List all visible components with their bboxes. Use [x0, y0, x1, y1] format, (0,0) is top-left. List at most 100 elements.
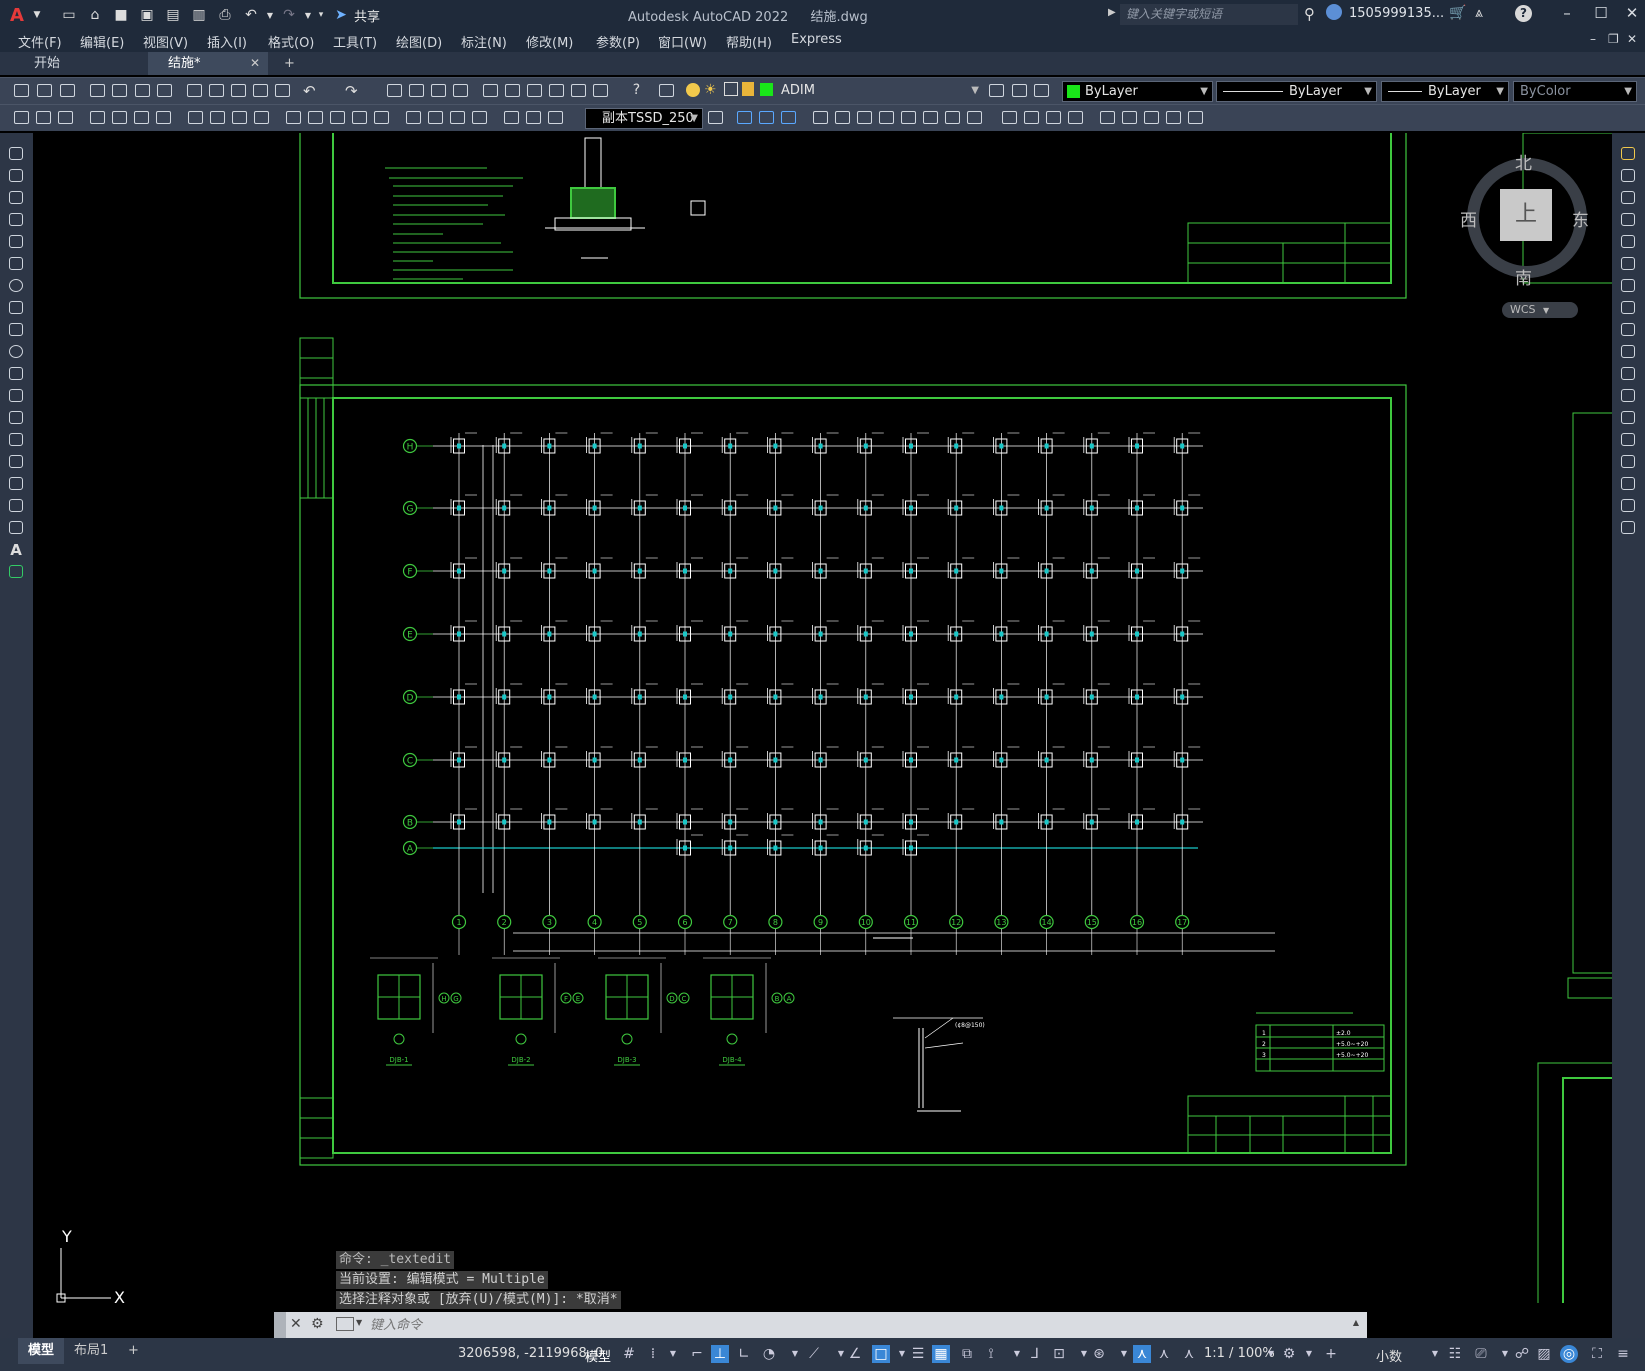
model-space-toggle[interactable]: 模型 [585, 1346, 611, 1365]
undo-icon[interactable]: ↶ [240, 4, 262, 26]
dynamic-input-icon[interactable]: ⊥ [711, 1345, 729, 1363]
plot-icon[interactable]: ⎙ [214, 4, 236, 26]
graphics-performance-icon[interactable]: ▨ [1535, 1345, 1553, 1363]
open-icon[interactable] [35, 82, 54, 99]
viewcube-north[interactable]: 北 [1515, 149, 1532, 174]
rotate-icon[interactable] [1619, 277, 1637, 294]
drawing-canvas[interactable]: H G F E D C B A 1 2 3 4 5 6 7 8 9 10 11 12 13 14 15 16 17 DJB-1 D… [33, 133, 1612, 1303]
copy-icon[interactable] [207, 82, 226, 99]
match-properties-icon[interactable] [251, 82, 270, 99]
modify-19-icon[interactable] [1164, 109, 1183, 126]
fillet-icon[interactable] [1619, 475, 1637, 492]
snap-mode-icon[interactable]: ⁞ [644, 1345, 662, 1363]
dim-update-icon[interactable] [546, 109, 565, 126]
lineweight-display-icon[interactable]: ☰ [909, 1345, 927, 1363]
sheet-set-icon[interactable] [547, 82, 566, 99]
offset-icon[interactable] [1619, 211, 1637, 228]
plot-tool-icon[interactable] [88, 82, 107, 99]
modify-10-icon[interactable] [943, 109, 962, 126]
revision-cloud-icon[interactable] [7, 299, 25, 316]
tab-start[interactable]: 开始 [14, 52, 148, 75]
blend-curves-icon[interactable] [1619, 497, 1637, 514]
modify-9-icon[interactable] [921, 109, 940, 126]
erase-icon[interactable] [1619, 145, 1637, 162]
mtext-icon[interactable]: A [7, 541, 25, 559]
chevron-down-icon[interactable]: ▼ [1008, 1345, 1026, 1363]
search-expand-icon[interactable]: ▶ [1108, 7, 1116, 18]
annotation-monitor-icon[interactable]: + [1322, 1345, 1340, 1363]
ellipse-arc-icon[interactable] [7, 365, 25, 382]
open-web-icon[interactable]: ▤ [162, 4, 184, 26]
open-file-icon[interactable]: ⌂ [84, 4, 106, 26]
break-point-icon[interactable] [1619, 387, 1637, 404]
modify-2-icon[interactable] [757, 109, 776, 126]
quick-dim-icon[interactable] [284, 109, 303, 126]
quickcalc-icon[interactable] [591, 82, 610, 99]
customize-toolbar-icon[interactable]: ▾ [316, 4, 326, 26]
line-icon[interactable] [7, 145, 25, 162]
construction-line-icon[interactable] [7, 167, 25, 184]
new-file-icon[interactable]: ▭ [58, 4, 80, 26]
menu-parametric[interactable]: 参数(P) [596, 32, 640, 51]
layer-lock-icon[interactable] [742, 82, 754, 96]
menu-modify[interactable]: 修改(M) [526, 32, 573, 51]
modify-13-icon[interactable] [1022, 109, 1041, 126]
undo-dropdown-icon[interactable]: ▼ [266, 4, 274, 26]
layer-on-icon[interactable] [686, 83, 700, 97]
tab-drawing[interactable]: 结施* ✕ [148, 52, 268, 75]
dim-space-icon[interactable] [350, 109, 369, 126]
doc-close-icon[interactable]: ✕ [1627, 32, 1637, 46]
chevron-down-icon[interactable]: ▼ [664, 1345, 682, 1363]
3d-print-icon[interactable] [155, 82, 174, 99]
paste-icon[interactable] [229, 82, 248, 99]
zoom-previous-icon[interactable] [451, 82, 470, 99]
tool-3-icon[interactable] [56, 109, 75, 126]
scale-icon[interactable] [1619, 299, 1637, 316]
tool-2-icon[interactable] [34, 109, 53, 126]
insert-block-icon[interactable] [7, 387, 25, 404]
rectangle-icon[interactable] [7, 233, 25, 250]
redo-icon[interactable]: ↷ [278, 4, 300, 26]
tolerance-icon[interactable] [404, 109, 423, 126]
modify-12-icon[interactable] [1000, 109, 1019, 126]
annotation-visibility-icon[interactable]: ⋏ [1133, 1345, 1151, 1363]
3d-osnap-icon[interactable]: ⟟ [982, 1345, 1000, 1363]
chevron-down-icon[interactable]: ▼ [1496, 1345, 1514, 1363]
add-layout-button[interactable]: + [118, 1338, 149, 1364]
menu-format[interactable]: 格式(O) [268, 32, 314, 51]
command-input[interactable] [370, 1316, 1270, 1334]
pan-icon[interactable] [385, 82, 404, 99]
menu-tools[interactable]: 工具(T) [333, 32, 377, 51]
object-snap-icon[interactable]: □ [872, 1345, 890, 1363]
close-icon[interactable]: ✕ [1619, 4, 1645, 26]
chevron-down-icon[interactable]: ▼ [1426, 1345, 1444, 1363]
menu-view[interactable]: 视图(V) [143, 32, 188, 51]
share-icon[interactable]: ➤ [330, 4, 352, 26]
aligned-dim-icon[interactable] [110, 109, 129, 126]
layer-previous-icon[interactable] [1010, 82, 1029, 99]
save-as-icon[interactable]: ▣ [136, 4, 158, 26]
gizmo-icon[interactable]: ⊛ [1090, 1345, 1108, 1363]
modify-3-icon[interactable] [779, 109, 798, 126]
customization-icon[interactable]: ≡ [1614, 1345, 1632, 1363]
circle-icon[interactable] [7, 277, 25, 294]
diameter-dim-icon[interactable] [230, 109, 249, 126]
design-center-icon[interactable] [503, 82, 522, 99]
layer-properties-icon[interactable] [657, 82, 676, 99]
modify-6-icon[interactable] [855, 109, 874, 126]
search-icon[interactable]: ⚲ [1304, 5, 1315, 23]
zoom-realtime-icon[interactable] [407, 82, 426, 99]
chevron-down-icon[interactable]: ▼ [356, 1318, 362, 1327]
dynamic-ucs-icon[interactable]: ⅃ [1026, 1345, 1044, 1363]
tb-redo-icon[interactable]: ↷ [345, 82, 364, 100]
viewcube-south[interactable]: 南 [1515, 264, 1532, 289]
chevron-down-icon[interactable]: ▼ [1300, 1345, 1318, 1363]
drawing-svg[interactable]: HGFEDCBA1 2 3 4 5 6 7 8 9 10 11 12 13 14 15 16 17 DJB-1 D… [33, 133, 1612, 1303]
text-style-dropdown[interactable]: 副本TSSD_250 ▼ [585, 108, 703, 129]
polyline-icon[interactable] [7, 189, 25, 206]
viewcube-west[interactable]: 西 [1460, 206, 1477, 231]
autodesk-account-icon[interactable]: ⩓ [1475, 5, 1483, 21]
tool-palettes-icon[interactable] [525, 82, 544, 99]
copy-object-icon[interactable] [1619, 167, 1637, 184]
lineweight-dropdown[interactable]: ByLayer ▼ [1381, 81, 1509, 102]
